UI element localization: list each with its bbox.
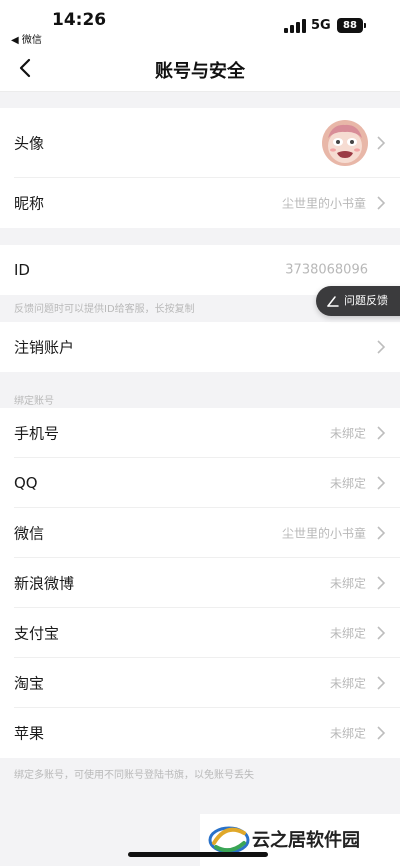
avatar-label: 头像 [14, 134, 45, 152]
bind-section-title: 绑定账号 [14, 396, 54, 407]
avatar-row[interactable]: 头像 [14, 108, 400, 178]
network-type: 5G [311, 18, 331, 33]
pen-icon [327, 296, 339, 307]
bind-row-weibo[interactable]: 新浪微博 未绑定 [14, 558, 400, 608]
id-label: ID [14, 261, 30, 279]
chevron-right-icon [377, 340, 386, 354]
bind-status: 未绑定 [329, 726, 366, 741]
bind-label: 支付宝 [14, 624, 60, 642]
profile-group: 头像 昵称 尘世里的小书童 [0, 108, 400, 228]
feedback-button[interactable]: 问题反馈 [316, 286, 400, 316]
bind-group: 手机号 未绑定 QQ 未绑定 微信 尘世里的小书童 新浪微博 未绑定 支付宝 未… [0, 408, 400, 758]
home-indicator[interactable] [128, 852, 268, 857]
bind-row-apple[interactable]: 苹果 未绑定 [14, 708, 400, 758]
chevron-right-icon [377, 575, 386, 590]
id-hint: 反馈问题时可以提供ID给客服，长按复制 [14, 304, 195, 315]
feedback-label: 问题反馈 [344, 294, 388, 307]
bind-label: 淘宝 [14, 674, 45, 692]
watermark: 云之居软件园 [200, 814, 400, 866]
bind-row-qq[interactable]: QQ 未绑定 [14, 458, 400, 508]
nickname-row[interactable]: 昵称 尘世里的小书童 [14, 178, 400, 228]
nickname-value: 尘世里的小书童 [281, 196, 366, 211]
bind-status: 未绑定 [329, 426, 366, 440]
nav-bar: 账号与安全 [0, 46, 400, 92]
avatar[interactable] [322, 119, 368, 166]
signal-icon [284, 19, 306, 33]
bind-label: 手机号 [14, 424, 60, 442]
chevron-right-icon [377, 525, 386, 540]
id-value: 3738068096 [285, 262, 368, 278]
nickname-label: 昵称 [14, 194, 45, 213]
cancel-account-row[interactable]: 注销账户 [14, 322, 400, 372]
chevron-right-icon [377, 625, 386, 640]
status-bar: 14:26 ◀ 微信 5G 88 [0, 0, 400, 46]
bind-row-alipay[interactable]: 支付宝 未绑定 [14, 608, 400, 658]
chevron-right-icon [377, 425, 386, 440]
bind-status: 尘世里的小书童 [281, 526, 366, 540]
bind-row-taobao[interactable]: 淘宝 未绑定 [14, 658, 400, 708]
bind-row-phone[interactable]: 手机号 未绑定 [14, 408, 400, 458]
battery-icon: 88 [337, 18, 366, 33]
page-title: 账号与安全 [155, 61, 245, 82]
bind-status: 未绑定 [329, 476, 366, 490]
bind-status: 未绑定 [329, 676, 366, 690]
bind-row-wechat[interactable]: 微信 尘世里的小书童 [14, 508, 400, 558]
bind-label: QQ [14, 473, 38, 492]
bind-label: 微信 [14, 524, 45, 542]
bind-label: 新浪微博 [14, 574, 75, 592]
status-time: 14:26 [52, 10, 107, 30]
watermark-text: 云之居软件园 [252, 830, 360, 851]
bind-label: 苹果 [14, 724, 45, 743]
cancel-account-label: 注销账户 [14, 338, 75, 357]
bind-status: 未绑定 [329, 626, 366, 640]
back-to-app-link[interactable]: ◀ 微信 [11, 31, 42, 46]
chevron-right-icon [377, 475, 386, 490]
bind-footer-hint: 绑定多账号，可使用不同账号登陆书旗，以免账号丢失 [14, 770, 254, 781]
chevron-right-icon [377, 726, 386, 740]
chevron-right-icon [377, 675, 386, 690]
cancel-account-group: 注销账户 [0, 322, 400, 372]
chevron-right-icon [377, 135, 386, 150]
bind-status: 未绑定 [329, 576, 366, 590]
chevron-right-icon [377, 196, 386, 210]
